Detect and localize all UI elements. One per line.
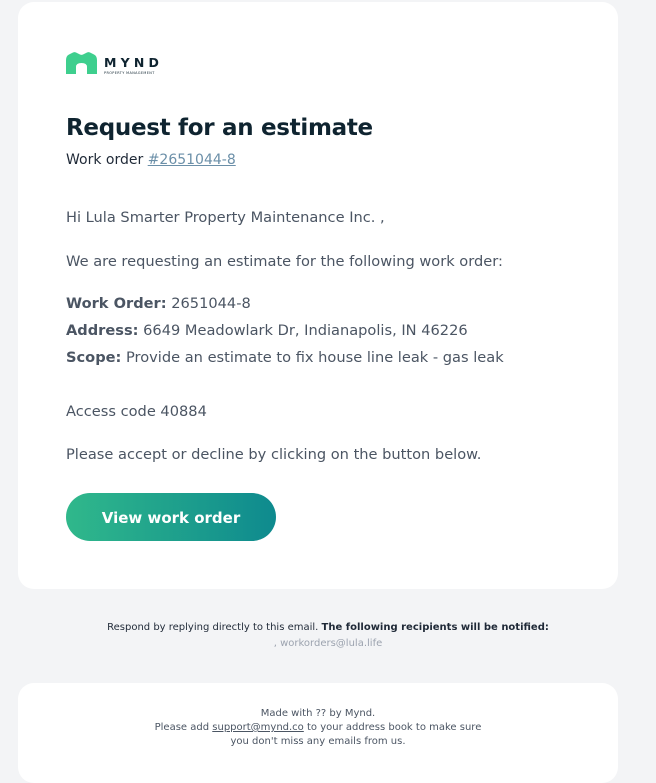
footer-card: Made with ?? by Mynd. Please add support… bbox=[18, 683, 618, 783]
add-prefix-text: Please add bbox=[154, 722, 210, 733]
detail-work-order: Work Order: 2651044-8 bbox=[66, 294, 251, 314]
brand-logo[interactable]: MYND PROPERTY MANAGEMENT bbox=[66, 52, 163, 75]
instruction-text: Please accept or decline by clicking on … bbox=[66, 446, 482, 463]
footer-line-3: you don't miss any emails from us. bbox=[230, 736, 406, 747]
detail-scope-value: Provide an estimate to fix house line le… bbox=[126, 349, 504, 366]
detail-scope-label: Scope: bbox=[66, 349, 122, 366]
detail-address: Address: 6649 Meadowlark Dr, Indianapoli… bbox=[66, 321, 468, 341]
detail-scope: Scope: Provide an estimate to fix house … bbox=[66, 348, 504, 368]
work-order-label: Work order bbox=[66, 152, 144, 168]
address-book-line: Please add support@mynd.co to your addre… bbox=[18, 721, 618, 735]
house-logo-icon bbox=[66, 52, 97, 74]
detail-address-label: Address: bbox=[66, 322, 139, 339]
page-title: Request for an estimate bbox=[66, 115, 373, 141]
respond-notice: Respond by replying directly to this ema… bbox=[0, 621, 656, 635]
brand-wordmark: MYND PROPERTY MANAGEMENT bbox=[104, 52, 163, 75]
greeting-text: Hi Lula Smarter Property Maintenance Inc… bbox=[66, 209, 385, 226]
respond-bold-text: The following recipients will be notifie… bbox=[321, 622, 549, 633]
access-code-text: Access code 40884 bbox=[66, 403, 207, 420]
respond-text: Respond by replying directly to this ema… bbox=[107, 622, 319, 633]
brand-name: MYND bbox=[104, 55, 164, 70]
view-work-order-button[interactable]: View work order bbox=[66, 493, 276, 541]
detail-work-order-label: Work Order: bbox=[66, 295, 167, 312]
intro-text: We are requesting an estimate for the fo… bbox=[66, 253, 503, 270]
support-email-link[interactable]: support@mynd.co bbox=[212, 722, 304, 733]
recipients-list: , workorders@lula.life bbox=[273, 638, 383, 649]
brand-tagline: PROPERTY MANAGEMENT bbox=[104, 71, 155, 75]
work-order-link[interactable]: #2651044-8 bbox=[148, 152, 236, 168]
made-with-text: Made with ?? by Mynd. bbox=[260, 708, 376, 719]
email-card: MYND PROPERTY MANAGEMENT Request for an … bbox=[18, 2, 618, 589]
work-order-line: Work order #2651044-8 bbox=[66, 150, 236, 170]
detail-work-order-value: 2651044-8 bbox=[171, 295, 251, 312]
detail-address-value: 6649 Meadowlark Dr, Indianapolis, IN 462… bbox=[143, 322, 468, 339]
add-suffix-text: to your address book to make sure bbox=[307, 722, 482, 733]
